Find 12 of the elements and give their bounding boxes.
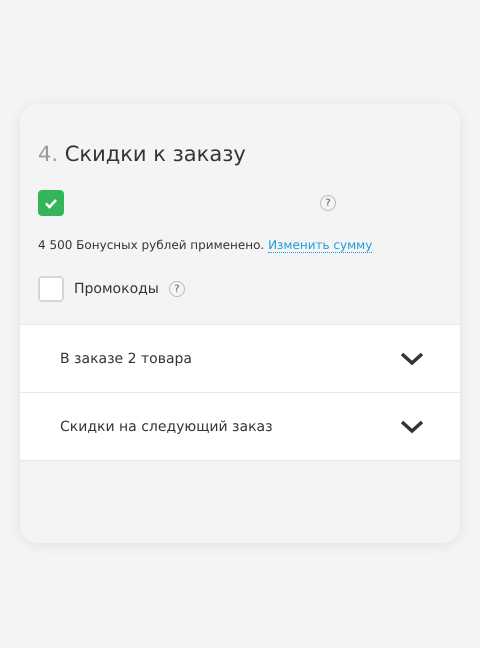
- promo-checkbox[interactable]: [38, 276, 64, 302]
- accordion-item[interactable]: Скидки на следующий заказ: [20, 392, 460, 460]
- bonus-checkbox[interactable]: [38, 190, 64, 216]
- help-icon[interactable]: ?: [168, 281, 185, 297]
- promo-label: Промокоды: [74, 281, 159, 297]
- chevron-down-icon: [400, 420, 424, 434]
- chevron-down-icon: [400, 352, 424, 366]
- help-icon[interactable]: ?: [320, 195, 336, 211]
- bonus-note: 4 500 Бонусных рублей применено. Изменить сумму: [38, 238, 374, 252]
- check-icon: [44, 198, 58, 208]
- accordion-item[interactable]: В заказе 2 товара: [20, 324, 460, 392]
- section-title: 4. Скидки к заказу: [38, 142, 247, 166]
